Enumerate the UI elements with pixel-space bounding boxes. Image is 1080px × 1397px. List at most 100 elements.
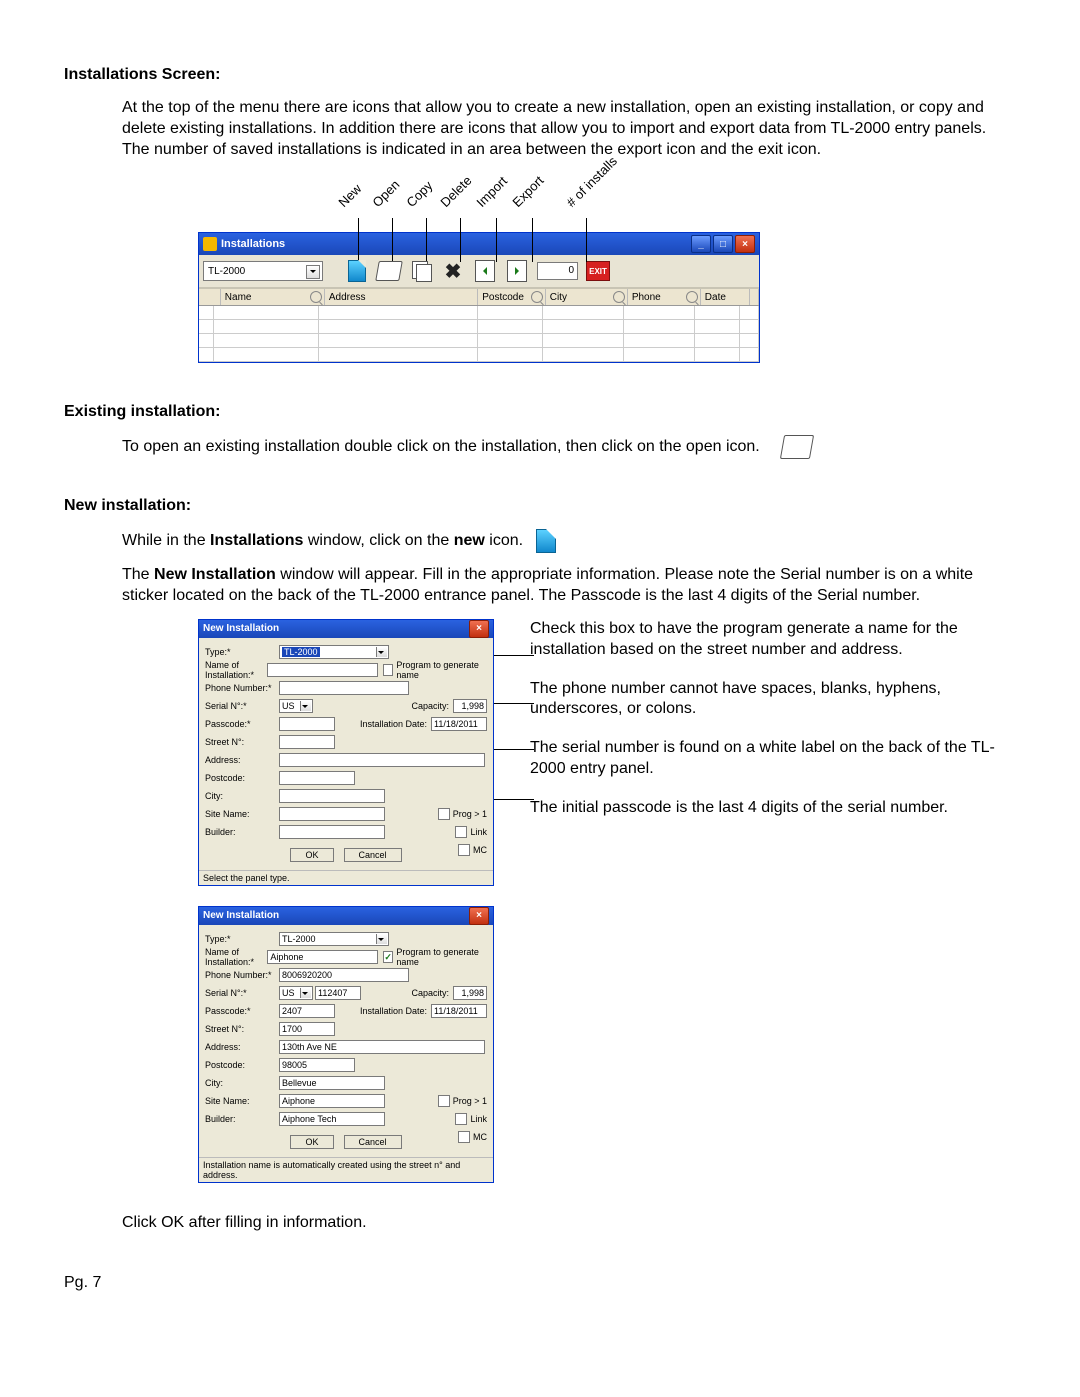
ok-button[interactable]: OK <box>290 1135 333 1149</box>
name-field[interactable]: Aiphone <box>267 950 378 964</box>
program-gen-checkbox[interactable] <box>383 664 393 676</box>
builder-field[interactable]: Aiphone Tech <box>279 1112 385 1126</box>
lbl-copy: Copy <box>403 178 435 210</box>
program-gen-checkbox[interactable]: ✓ <box>383 951 393 963</box>
dlg-titlebar[interactable]: New Installation × <box>199 907 493 925</box>
new-icon <box>348 260 366 282</box>
lbl-phone: Phone Number:* <box>205 683 279 693</box>
search-icon[interactable] <box>531 291 543 303</box>
serial-prefix-combo[interactable]: US <box>279 986 313 1000</box>
lbl-export: Export <box>509 173 546 210</box>
minimize-button[interactable]: _ <box>691 235 711 253</box>
capacity-field[interactable]: 1,998 <box>453 699 487 713</box>
passcode-field[interactable]: 2407 <box>279 1004 335 1018</box>
maximize-button[interactable]: □ <box>713 235 733 253</box>
lbl-capacity: Capacity: <box>411 701 449 711</box>
lbl-mc: MC <box>473 845 487 855</box>
address-field[interactable] <box>279 753 485 767</box>
col-phone[interactable]: Phone <box>632 292 661 303</box>
phone-field[interactable] <box>279 681 409 695</box>
import-icon <box>475 260 495 282</box>
export-button[interactable] <box>505 259 529 283</box>
type-dropdown[interactable]: TL-2000 <box>203 261 323 281</box>
callout-lines <box>494 619 530 839</box>
capacity-field[interactable]: 1,998 <box>453 986 487 1000</box>
copy-button[interactable] <box>409 259 433 283</box>
col-name[interactable]: Name <box>225 292 252 303</box>
link-checkbox[interactable] <box>455 826 467 838</box>
delete-button[interactable]: ✖ <box>441 259 465 283</box>
lbl-delete: Delete <box>437 173 474 210</box>
callout-3: The serial number is found on a white la… <box>530 738 1016 780</box>
serial-num-field[interactable]: 112407 <box>315 986 361 1000</box>
cancel-button[interactable]: Cancel <box>344 1135 402 1149</box>
import-button[interactable] <box>473 259 497 283</box>
lbl-type: Type:* <box>205 647 279 657</box>
type-combo[interactable]: TL-2000 <box>279 932 389 946</box>
street-field[interactable]: 1700 <box>279 1022 335 1036</box>
lbl-program-gen: Program to generate name <box>396 947 487 967</box>
close-button[interactable]: × <box>469 907 489 925</box>
status-bar: Select the panel type. <box>199 870 493 885</box>
postcode-field[interactable] <box>279 771 355 785</box>
sitename-field[interactable] <box>279 807 385 821</box>
name-field[interactable] <box>267 663 378 677</box>
mc-checkbox[interactable] <box>458 1131 470 1143</box>
city-field[interactable]: Bellevue <box>279 1076 385 1090</box>
install-date-field[interactable]: 11/18/2011 <box>431 1004 487 1018</box>
lbl-builder: Builder: <box>205 827 279 837</box>
builder-field[interactable] <box>279 825 385 839</box>
lbl-postcode: Postcode: <box>205 773 279 783</box>
col-city[interactable]: City <box>550 292 567 303</box>
installations-grid[interactable]: Name Address Postcode City Phone Date <box>199 288 759 362</box>
ok-button[interactable]: OK <box>290 848 333 862</box>
search-icon[interactable] <box>613 291 625 303</box>
link-checkbox[interactable] <box>455 1113 467 1125</box>
lbl-postcode: Postcode: <box>205 1060 279 1070</box>
search-icon[interactable] <box>686 291 698 303</box>
lbl-serial: Serial N°:* <box>205 701 279 711</box>
installations-window: Installations _ □ × TL-2000 ✖ 0 EXIT Nam… <box>198 232 760 363</box>
lbl-capacity: Capacity: <box>411 988 449 998</box>
col-date[interactable]: Date <box>705 292 726 303</box>
app-icon <box>203 237 217 251</box>
titlebar[interactable]: Installations _ □ × <box>199 233 759 255</box>
phone-field[interactable]: 8006920200 <box>279 968 409 982</box>
open-button[interactable] <box>377 259 401 283</box>
passcode-field[interactable] <box>279 717 335 731</box>
cancel-button[interactable]: Cancel <box>344 848 402 862</box>
mc-checkbox[interactable] <box>458 844 470 856</box>
lbl-mc: MC <box>473 1132 487 1142</box>
col-address[interactable]: Address <box>329 292 366 303</box>
lbl-address: Address: <box>205 755 279 765</box>
prog-checkbox[interactable] <box>438 808 450 820</box>
sitename-field[interactable]: Aiphone <box>279 1094 385 1108</box>
delete-icon: ✖ <box>445 259 462 284</box>
new-installation-dialog-2: New Installation × Type:*TL-2000 Name of… <box>198 906 494 1183</box>
para-installations: At the top of the menu there are icons t… <box>64 98 1016 160</box>
serial-prefix-combo[interactable]: US <box>279 699 313 713</box>
lbl-name: Name of Installation:* <box>205 660 267 680</box>
dlg-titlebar[interactable]: New Installation × <box>199 620 493 638</box>
exit-button[interactable]: EXIT <box>586 261 610 281</box>
col-postcode[interactable]: Postcode <box>482 292 524 303</box>
lbl-new: New <box>335 181 364 210</box>
export-icon <box>507 260 527 282</box>
prog-checkbox[interactable] <box>438 1095 450 1107</box>
search-icon[interactable] <box>310 291 322 303</box>
lbl-street: Street N°: <box>205 1024 279 1034</box>
heading-existing: Existing installation: <box>64 403 1016 421</box>
lbl-address: Address: <box>205 1042 279 1052</box>
new-button[interactable] <box>345 259 369 283</box>
city-field[interactable] <box>279 789 385 803</box>
postcode-field[interactable]: 98005 <box>279 1058 355 1072</box>
street-field[interactable] <box>279 735 335 749</box>
lbl-install-date: Installation Date: <box>360 719 427 729</box>
address-field[interactable]: 130th Ave NE <box>279 1040 485 1054</box>
status-bar: Installation name is automatically creat… <box>199 1157 493 1182</box>
install-date-field[interactable]: 11/18/2011 <box>431 717 487 731</box>
type-combo[interactable]: TL-2000 <box>279 645 389 659</box>
close-button[interactable]: × <box>469 620 489 638</box>
close-button[interactable]: × <box>735 235 755 253</box>
lbl-sitename: Site Name: <box>205 1096 279 1106</box>
